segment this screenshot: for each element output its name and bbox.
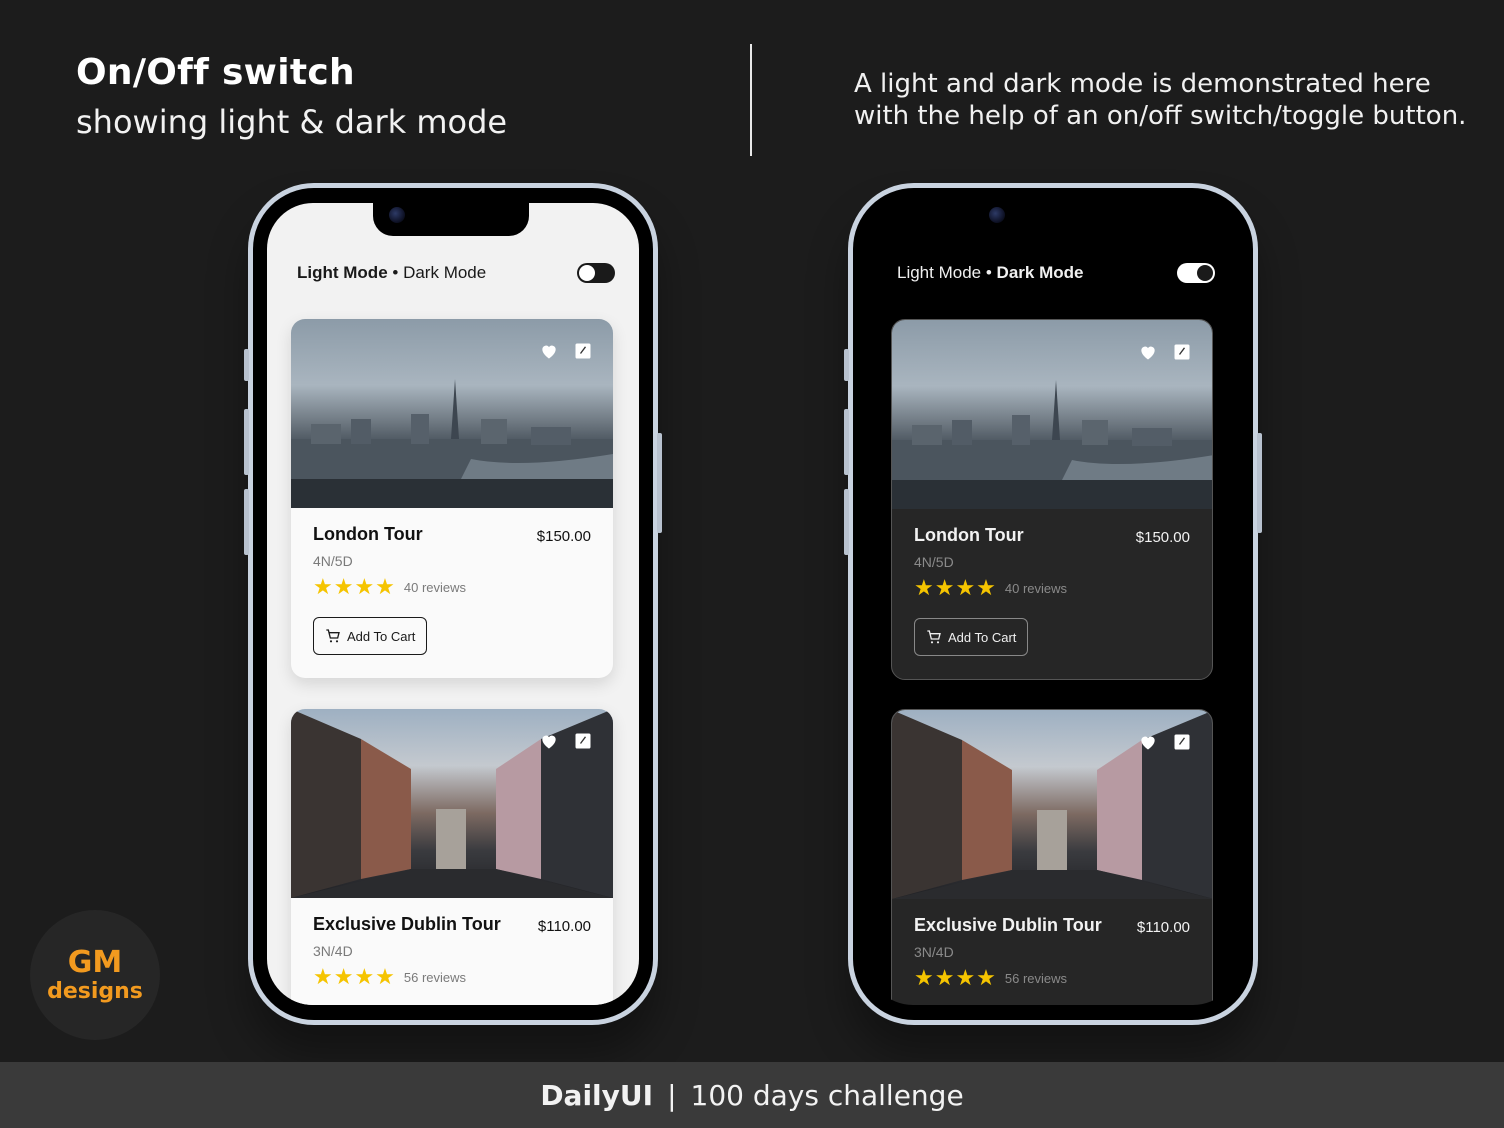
description: A light and dark mode is demonstrated he… bbox=[854, 68, 1494, 132]
logo-mark: GM bbox=[67, 944, 123, 980]
star-rating-icons: ★★★★ bbox=[914, 575, 997, 601]
review-count: 40 reviews bbox=[1004, 580, 1068, 596]
mode-label-dark[interactable]: Dark Mode bbox=[997, 263, 1084, 283]
tour-image-london bbox=[291, 319, 613, 508]
tour-card[interactable]: London Tour $150.00 4N/5D ★★★★ 40 review… bbox=[891, 319, 1213, 680]
review-count: 56 reviews bbox=[1004, 970, 1068, 986]
description-line-1: A light and dark mode is demonstrated he… bbox=[854, 69, 1431, 99]
mode-toggle-switch[interactable] bbox=[577, 263, 615, 283]
mode-separator: • bbox=[985, 263, 992, 282]
tour-duration: 3N/4D bbox=[313, 943, 353, 959]
headline: On/Off switch showing light & dark mode bbox=[76, 52, 507, 141]
tour-price: $150.00 bbox=[536, 528, 591, 545]
toggle-knob bbox=[579, 265, 595, 281]
notch bbox=[973, 203, 1129, 236]
logo-word: designs bbox=[47, 978, 143, 1004]
gm-designs-logo: GM designs bbox=[30, 910, 160, 1040]
mode-header: Light Mode • Dark Mode bbox=[897, 263, 1215, 289]
bookmark-edit-icon[interactable] bbox=[1172, 732, 1192, 752]
description-line-2: with the help of an on/off switch/toggle… bbox=[854, 101, 1467, 131]
review-count: 56 reviews bbox=[403, 969, 467, 985]
heart-icon[interactable] bbox=[539, 731, 559, 751]
cart-icon bbox=[927, 630, 941, 644]
mode-label-dark[interactable]: Dark Mode bbox=[403, 263, 486, 283]
phone-side-button bbox=[844, 489, 849, 555]
footer-text: 100 days challenge bbox=[690, 1078, 964, 1112]
header-divider bbox=[750, 44, 752, 156]
tour-rating: ★★★★ 40 reviews bbox=[914, 575, 1190, 601]
tour-card[interactable]: Exclusive Dublin Tour $110.00 3N/4D ★★★★… bbox=[291, 709, 613, 1005]
add-to-cart-button[interactable]: Add To Cart bbox=[313, 617, 428, 655]
add-to-cart-label: Add To Cart bbox=[347, 628, 416, 644]
add-to-cart-label: Add To Cart bbox=[948, 629, 1017, 645]
tour-image-london bbox=[892, 320, 1212, 509]
heart-icon[interactable] bbox=[1138, 732, 1158, 752]
phone-side-button bbox=[1257, 433, 1262, 533]
tour-duration: 4N/5D bbox=[313, 553, 353, 569]
mode-header: Light Mode • Dark Mode bbox=[297, 263, 615, 289]
tour-price: $150.00 bbox=[1135, 529, 1190, 546]
tour-duration: 3N/4D bbox=[914, 944, 954, 960]
phone-dark-mode: Light Mode • Dark Mode London Tour $150.… bbox=[844, 183, 1262, 1025]
tour-rating: ★★★★ 56 reviews bbox=[313, 964, 591, 990]
phone-side-button bbox=[844, 409, 849, 475]
mode-separator: • bbox=[392, 263, 399, 282]
headline-subtitle: showing light & dark mode bbox=[76, 103, 508, 141]
footer-banner: DailyUI | 100 days challenge bbox=[0, 1062, 1504, 1128]
tour-price: $110.00 bbox=[537, 918, 591, 935]
notch bbox=[373, 203, 529, 236]
bookmark-edit-icon[interactable] bbox=[1172, 342, 1192, 362]
star-rating-icons: ★★★★ bbox=[914, 965, 997, 991]
cart-icon bbox=[326, 629, 340, 643]
phone-side-button bbox=[844, 349, 849, 381]
screen-dark: Light Mode • Dark Mode London Tour $150.… bbox=[867, 203, 1239, 1005]
star-rating-icons: ★★★★ bbox=[313, 574, 396, 600]
mode-toggle-switch[interactable] bbox=[1177, 263, 1215, 283]
phone-side-button bbox=[244, 349, 249, 381]
tour-card[interactable]: London Tour $150.00 4N/5D ★★★★ 40 review… bbox=[291, 319, 613, 678]
tour-image-dublin bbox=[892, 710, 1212, 899]
phone-side-button bbox=[244, 409, 249, 475]
tour-duration: 4N/5D bbox=[914, 554, 954, 570]
phone-side-button bbox=[657, 433, 662, 533]
footer-brand: DailyUI bbox=[540, 1078, 654, 1112]
mode-label-light[interactable]: Light Mode bbox=[297, 263, 388, 283]
heart-icon[interactable] bbox=[1138, 342, 1158, 362]
footer-separator: | bbox=[667, 1078, 677, 1112]
camera-icon bbox=[989, 207, 1005, 223]
mode-label-light[interactable]: Light Mode bbox=[897, 263, 981, 283]
tour-card[interactable]: Exclusive Dublin Tour $110.00 3N/4D ★★★★… bbox=[891, 709, 1213, 1005]
tour-price: $110.00 bbox=[1136, 919, 1190, 936]
screen-light: Light Mode • Dark Mode London Tour $150.… bbox=[267, 203, 639, 1005]
phone-light-mode: Light Mode • Dark Mode London Tour $150.… bbox=[244, 183, 662, 1025]
tour-rating: ★★★★ 56 reviews bbox=[914, 965, 1190, 991]
heart-icon[interactable] bbox=[539, 341, 559, 361]
phone-side-button bbox=[244, 489, 249, 555]
tour-image-dublin bbox=[291, 709, 613, 898]
add-to-cart-button[interactable]: Add To Cart bbox=[914, 618, 1029, 656]
headline-title: On/Off switch bbox=[76, 52, 355, 93]
bookmark-edit-icon[interactable] bbox=[573, 341, 593, 361]
review-count: 40 reviews bbox=[403, 579, 467, 595]
camera-icon bbox=[389, 207, 405, 223]
star-rating-icons: ★★★★ bbox=[313, 964, 396, 990]
toggle-knob bbox=[1197, 265, 1213, 281]
bookmark-edit-icon[interactable] bbox=[573, 731, 593, 751]
tour-rating: ★★★★ 40 reviews bbox=[313, 574, 591, 600]
